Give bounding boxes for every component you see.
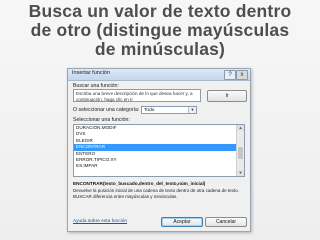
- help-icon[interactable]: ?: [224, 70, 236, 80]
- ok-button[interactable]: Aceptar: [161, 217, 203, 227]
- help-link[interactable]: Ayuda sobre esta función: [73, 219, 127, 225]
- insert-function-dialog: Insertar función ? x Buscar una función:…: [67, 68, 251, 232]
- category-select[interactable]: Todo ▼: [141, 106, 197, 114]
- function-list-label: Seleccionar una función:: [73, 117, 130, 123]
- scroll-up-icon[interactable]: ▲: [237, 125, 244, 131]
- list-item[interactable]: ES.IMPAR: [74, 163, 236, 169]
- go-button[interactable]: Ir: [207, 90, 247, 102]
- scroll-down-icon[interactable]: ▼: [237, 170, 244, 176]
- function-description: Devuelve la posición inicial de una cade…: [73, 188, 239, 199]
- dialog-titlebar: Insertar función ? x: [68, 69, 250, 81]
- chevron-down-icon[interactable]: ▼: [188, 107, 196, 113]
- function-list[interactable]: DURACION.MODIF DVS ELEGIR ENCONTRAR ENTE…: [73, 124, 245, 177]
- category-label: O seleccionar una categoría:: [73, 107, 140, 113]
- scroll-thumb[interactable]: [238, 147, 243, 159]
- close-icon[interactable]: x: [236, 70, 248, 80]
- dialog-title: Insertar función: [72, 70, 110, 76]
- slide-title: Busca un valor de texto dentro de otro (…: [28, 1, 292, 59]
- search-input[interactable]: Escriba una breve descripción de lo que …: [73, 89, 201, 102]
- function-syntax: ENCONTRAR(texto_buscado,dentro_del_texto…: [73, 181, 206, 186]
- list-scrollbar[interactable]: ▲ ▼: [236, 125, 244, 176]
- category-value: Todo: [144, 108, 155, 113]
- cancel-button[interactable]: Cancelar: [205, 217, 247, 227]
